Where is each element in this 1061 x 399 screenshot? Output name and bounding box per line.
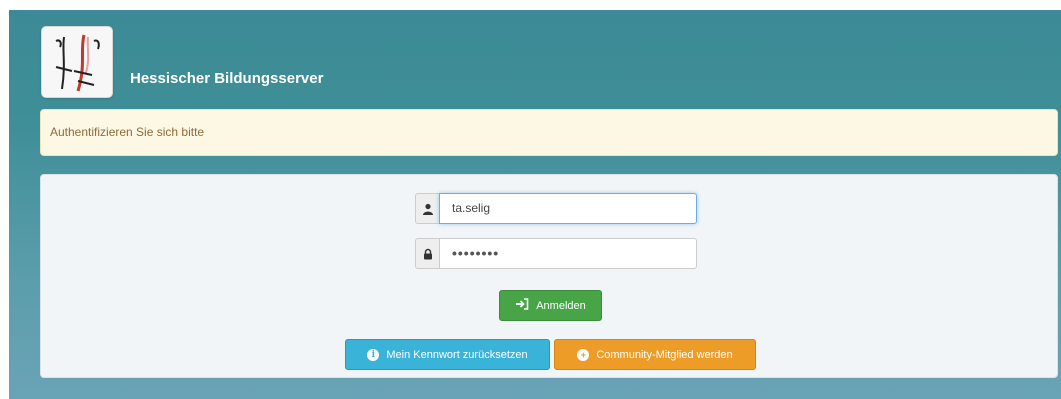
password-input[interactable]: •••••••• <box>439 238 697 269</box>
username-input[interactable]: ta.selig <box>439 193 697 224</box>
site-title: Hessischer Bildungsserver <box>130 70 324 87</box>
join-community-label: Community-Mitglied werden <box>596 348 733 361</box>
auth-alert: Authentifizieren Sie sich bitte <box>40 109 1058 156</box>
login-button[interactable]: Anmelden <box>499 290 602 321</box>
lock-icon <box>415 238 439 269</box>
page-background: Hessischer Bildungsserver Authentifizier… <box>9 10 1061 399</box>
reset-password-label: Mein Kennwort zurücksetzen <box>386 348 528 361</box>
plus-circle-icon: + <box>577 348 590 361</box>
login-button-label: Anmelden <box>536 299 586 312</box>
login-panel: ta.selig •••••••• Anmelden i Mein Kennwo… <box>40 174 1058 378</box>
sign-in-icon <box>515 298 529 313</box>
username-group: ta.selig <box>415 193 697 224</box>
auth-alert-text: Authentifizieren Sie sich bitte <box>50 125 205 139</box>
user-icon <box>415 193 439 224</box>
hbs-logo-icon[interactable] <box>41 26 113 98</box>
info-circle-icon: i <box>367 348 380 361</box>
password-group: •••••••• <box>415 238 697 269</box>
join-community-button[interactable]: + Community-Mitglied werden <box>554 339 756 370</box>
reset-password-button[interactable]: i Mein Kennwort zurücksetzen <box>345 339 550 370</box>
